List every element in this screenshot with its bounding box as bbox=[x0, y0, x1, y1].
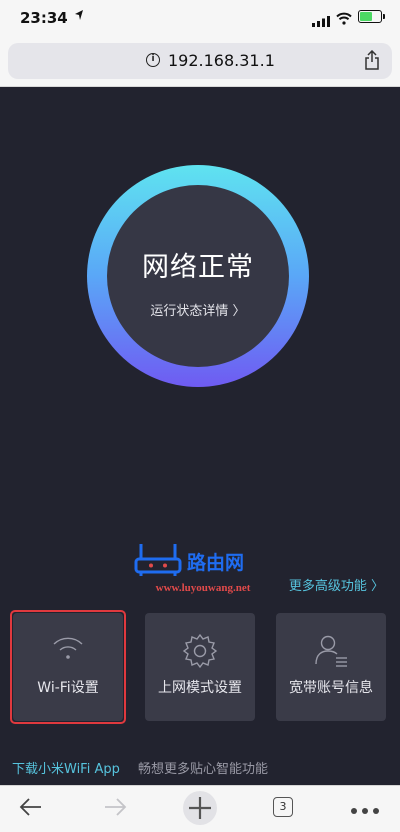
download-app-link[interactable]: 下载小米WiFi App bbox=[12, 758, 120, 777]
address-bar[interactable]: i 192.168.31.1 bbox=[8, 43, 392, 79]
user-card-icon bbox=[311, 631, 351, 675]
location-arrow-icon bbox=[74, 9, 84, 24]
watermark-logo: 路由网 www.luyouwang.net bbox=[133, 542, 273, 602]
network-status-title: 网络正常 bbox=[142, 252, 254, 283]
router-logo-icon bbox=[134, 544, 182, 576]
gear-icon bbox=[180, 631, 220, 675]
tabs-count-button[interactable]: 3 bbox=[273, 797, 293, 817]
download-app-description: 畅想更多贴心智能功能 bbox=[138, 762, 269, 777]
tile-internet-mode[interactable]: 上网模式设置 bbox=[145, 613, 255, 721]
tile-label: 上网模式设置 bbox=[158, 680, 242, 696]
cellular-signal-icon bbox=[312, 12, 330, 31]
back-arrow-icon[interactable] bbox=[18, 794, 44, 824]
browser-address-area: i 192.168.31.1 bbox=[0, 38, 400, 87]
wifi-icon bbox=[48, 631, 88, 671]
browser-toolbar: 3 bbox=[0, 785, 400, 832]
status-time: 23:34 bbox=[20, 9, 68, 27]
status-bar: 23:34 bbox=[0, 0, 400, 38]
new-tab-plus-icon[interactable] bbox=[182, 790, 218, 830]
wifi-status-icon bbox=[336, 10, 352, 29]
watermark-brand: 路由网 bbox=[187, 552, 245, 574]
status-circle: 网络正常 运行状态详情 〉 bbox=[107, 185, 289, 367]
tile-broadband-account[interactable]: 宽带账号信息 bbox=[276, 613, 386, 721]
tile-label: Wi-Fi设置 bbox=[37, 680, 99, 696]
status-details-link[interactable]: 运行状态详情 〉 bbox=[107, 300, 289, 319]
forward-arrow-icon[interactable] bbox=[102, 794, 128, 824]
tile-wifi-settings[interactable]: Wi-Fi设置 bbox=[10, 610, 126, 724]
watermark-url: www.luyouwang.net bbox=[155, 582, 251, 594]
tile-label: 宽带账号信息 bbox=[289, 680, 373, 696]
more-options-icon[interactable] bbox=[350, 800, 380, 819]
router-dashboard: 网络正常 运行状态详情 〉 路由网 www.luyouwang.net 更多高级… bbox=[0, 87, 400, 785]
network-status-ring[interactable]: 网络正常 运行状态详情 〉 bbox=[87, 165, 309, 387]
battery-icon bbox=[358, 10, 385, 23]
share-icon[interactable] bbox=[364, 49, 380, 74]
info-icon[interactable]: i bbox=[146, 53, 160, 67]
more-advanced-link[interactable]: 更多高级功能 〉 bbox=[289, 575, 384, 594]
url-text[interactable]: 192.168.31.1 bbox=[168, 51, 275, 70]
